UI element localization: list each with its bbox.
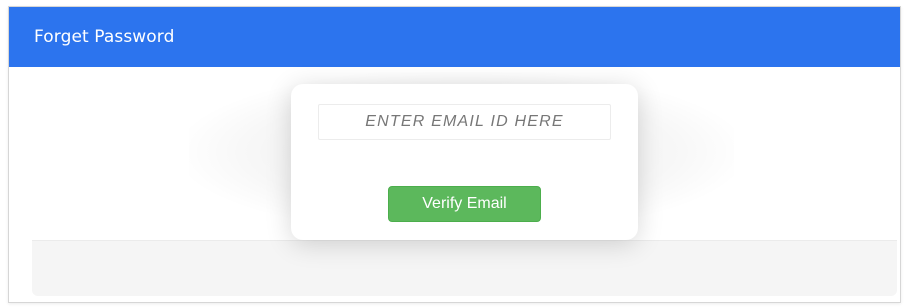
forget-password-panel: Forget Password Verify Email [8,6,901,303]
verify-email-button[interactable]: Verify Email [388,186,541,222]
panel-title: Forget Password [34,27,175,47]
email-input[interactable] [318,104,611,140]
verify-email-card: Verify Email [291,84,638,240]
panel-header: Forget Password [9,7,900,67]
panel-body: Verify Email [9,67,900,302]
panel-footer [32,240,897,296]
